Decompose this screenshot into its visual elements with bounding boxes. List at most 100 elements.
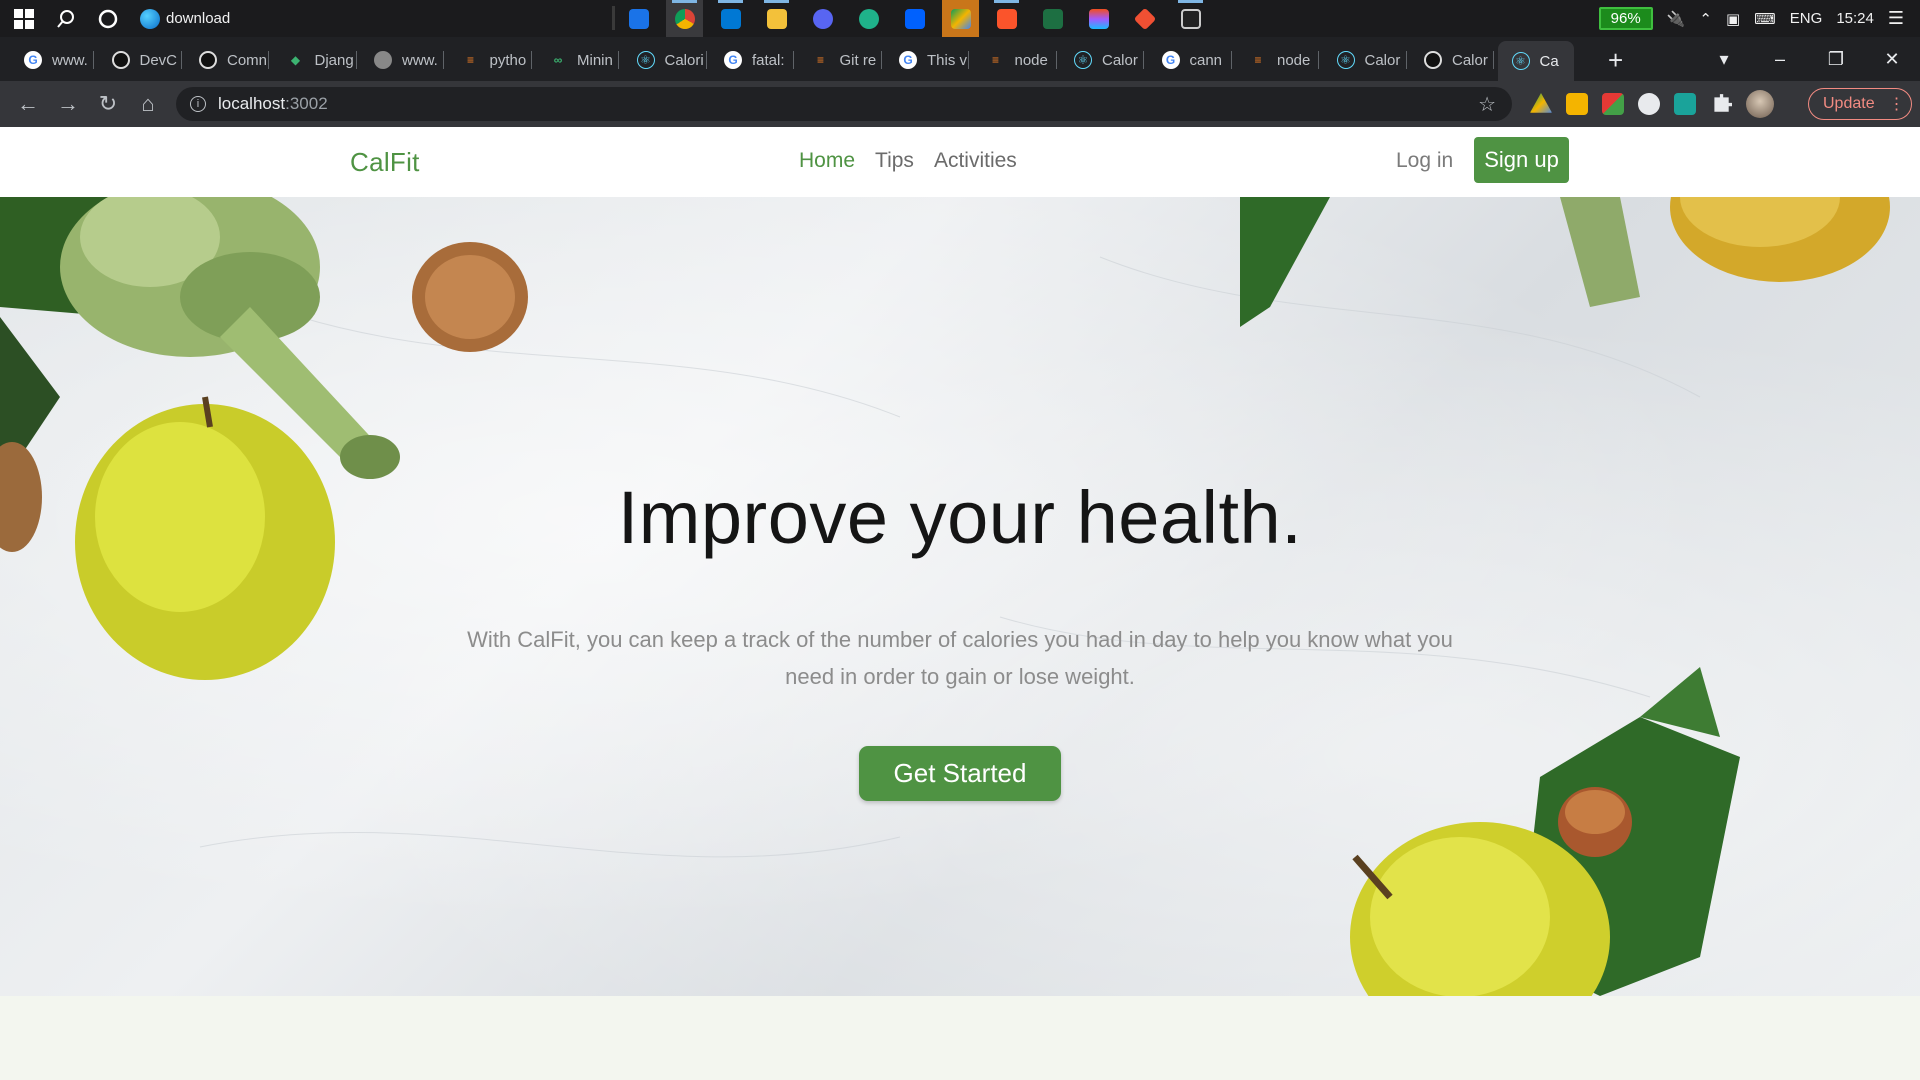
calendar-ext-icon[interactable] <box>1674 93 1696 115</box>
browser-tab-label: Git re <box>839 51 877 69</box>
parsley-bottom-decoration <box>1520 717 1740 996</box>
nav-links: Home Tips Activities <box>799 149 1017 173</box>
browser-tab-label: Calor <box>1452 51 1488 69</box>
chevron-up-icon[interactable]: ⌃ <box>1699 10 1712 28</box>
figma-app-icon[interactable] <box>1080 0 1117 37</box>
react-icon: ⚛ <box>1074 51 1092 69</box>
search-icon[interactable] <box>52 5 80 33</box>
keyboard-icon[interactable]: ⌨ <box>1754 10 1776 28</box>
maximize-icon[interactable]: ❐ <box>1808 49 1864 70</box>
colorzilla-ext-icon[interactable] <box>1602 93 1624 115</box>
nav-link-home[interactable]: Home <box>799 149 855 173</box>
browser-tab[interactable]: ≡ node <box>973 43 1057 77</box>
gitkraken-app-icon[interactable] <box>850 0 887 37</box>
close-window-icon[interactable]: ✕ <box>1864 49 1920 70</box>
vscode-app-icon[interactable] <box>712 0 749 37</box>
back-icon[interactable]: ← <box>8 91 48 117</box>
leaf-decoration <box>0 317 60 457</box>
hazelnut-decoration <box>1558 787 1632 857</box>
edge-icon <box>140 8 160 29</box>
browser-tab[interactable]: ◆ Djang <box>273 43 357 77</box>
browser-tab[interactable]: Comn <box>185 43 269 77</box>
google-icon: G <box>1161 51 1180 69</box>
google-drive-app-icon[interactable] <box>942 0 979 37</box>
windows-start-icon[interactable] <box>10 5 38 33</box>
browser-tab-label: Minin <box>577 51 613 69</box>
browser-tab-label: www. <box>52 51 88 69</box>
browser-tab[interactable]: ⚛Ca✕ <box>1497 41 1574 81</box>
chrome-app-icon[interactable] <box>666 0 703 37</box>
browser-tab[interactable]: ≡ pytho <box>448 43 532 77</box>
excel-app-icon[interactable] <box>1034 0 1071 37</box>
brand-logo[interactable]: CalFit <box>350 147 420 178</box>
new-tab-icon[interactable]: + <box>1608 45 1623 76</box>
browser-tab[interactable]: Gfatal: <box>710 43 794 77</box>
window-controls: ▾ – ❐ ✕ <box>1696 37 1920 81</box>
profile-avatar[interactable] <box>1746 90 1774 118</box>
cortana-icon[interactable] <box>94 5 122 33</box>
browser-tab[interactable]: ≡ node <box>1235 43 1319 77</box>
google-drive-ext-icon[interactable] <box>1530 93 1552 113</box>
browser-tab-label: cann <box>1189 51 1223 69</box>
minimize-icon[interactable]: – <box>1752 49 1808 70</box>
nav-link-tips[interactable]: Tips <box>875 149 914 173</box>
signup-button[interactable]: Sign up <box>1474 137 1569 183</box>
tab-search-icon[interactable]: ▾ <box>1696 49 1752 70</box>
clock[interactable]: 15:24 <box>1836 10 1874 27</box>
reload-icon[interactable]: ↻ <box>88 91 128 117</box>
tab-separator <box>180 51 182 69</box>
get-started-button[interactable]: Get Started <box>859 746 1061 801</box>
puzzle-extensions-icon[interactable] <box>1714 94 1732 112</box>
taskbar-separator <box>612 6 615 30</box>
power-plug-icon: 🔌 <box>1666 10 1686 28</box>
dropbox-app-icon[interactable] <box>896 0 933 37</box>
browser-tab[interactable]: ∞ Minin <box>535 43 619 77</box>
browser-tab[interactable]: ⚛ Calor <box>1323 43 1407 77</box>
tab-separator <box>268 51 269 69</box>
network-icon[interactable]: ▣ <box>1726 10 1740 28</box>
forward-icon[interactable]: → <box>48 91 88 117</box>
capture-ext-icon[interactable] <box>1638 93 1660 115</box>
terminal-app-icon[interactable] <box>1172 0 1209 37</box>
browser-tab-label: DevC <box>139 51 178 69</box>
taskbar-download-item[interactable]: download <box>140 8 230 29</box>
git-app-icon[interactable] <box>1126 0 1163 37</box>
browser-tab[interactable]: DevC <box>98 43 182 77</box>
browser-tab[interactable]: ⚛ Calor <box>1060 43 1144 77</box>
browser-tab[interactable]: Gwww. <box>10 43 94 77</box>
browser-tab[interactable]: Calor <box>1410 43 1494 77</box>
github-icon <box>111 51 130 69</box>
tab-separator <box>705 51 707 69</box>
site-info-icon[interactable]: i <box>190 96 206 112</box>
language-indicator[interactable]: ENG <box>1790 10 1823 27</box>
address-bar[interactable]: i localhost:3002 ☆ <box>176 87 1512 121</box>
google-icon: G <box>899 51 917 69</box>
home-icon[interactable]: ⌂ <box>128 91 168 117</box>
tab-separator <box>968 51 969 69</box>
bookmark-star-icon[interactable]: ☆ <box>1478 92 1496 117</box>
geeksforgeeks-icon: ∞ <box>553 53 563 67</box>
more-menu-icon[interactable]: ⋮ <box>1889 94 1905 114</box>
hero-background-image <box>0 197 1890 996</box>
browser-tab[interactable]: ≡ Git re <box>798 43 882 77</box>
hero-description: With CalFit, you can keep a track of the… <box>467 627 1453 689</box>
browser-tab-strip: Gwww. DevC Comn ◆ Djang www. ≡ pytho ∞ Minin ⚛ Calo… <box>0 37 1920 81</box>
browser-tab-label: www. <box>402 51 438 69</box>
browser-tab[interactable]: ⚛ Calori <box>623 43 707 77</box>
login-link[interactable]: Log in <box>1396 149 1453 173</box>
notifications-icon[interactable]: ☰ <box>1888 8 1904 29</box>
tab-separator <box>1230 51 1232 69</box>
windows-taskbar: download 96% 🔌 ⌃ ▣ ⌨ ENG 15:24 ☰ <box>0 0 1920 37</box>
artichoke-decoration <box>0 197 400 479</box>
nav-link-activities[interactable]: Activities <box>934 149 1017 173</box>
browser-tab[interactable]: G This v <box>885 43 969 77</box>
browser-tab[interactable]: Gcann <box>1148 43 1232 77</box>
brave-app-icon[interactable] <box>988 0 1025 37</box>
keep-ext-icon[interactable] <box>1566 93 1588 115</box>
browser-tab[interactable]: www. <box>360 43 444 77</box>
mail-app-icon[interactable] <box>620 0 657 37</box>
file-explorer-icon[interactable] <box>758 0 795 37</box>
update-button[interactable]: Update ⋮ <box>1808 88 1912 120</box>
discord-app-icon[interactable] <box>804 0 841 37</box>
battery-indicator[interactable]: 96% <box>1598 7 1653 30</box>
